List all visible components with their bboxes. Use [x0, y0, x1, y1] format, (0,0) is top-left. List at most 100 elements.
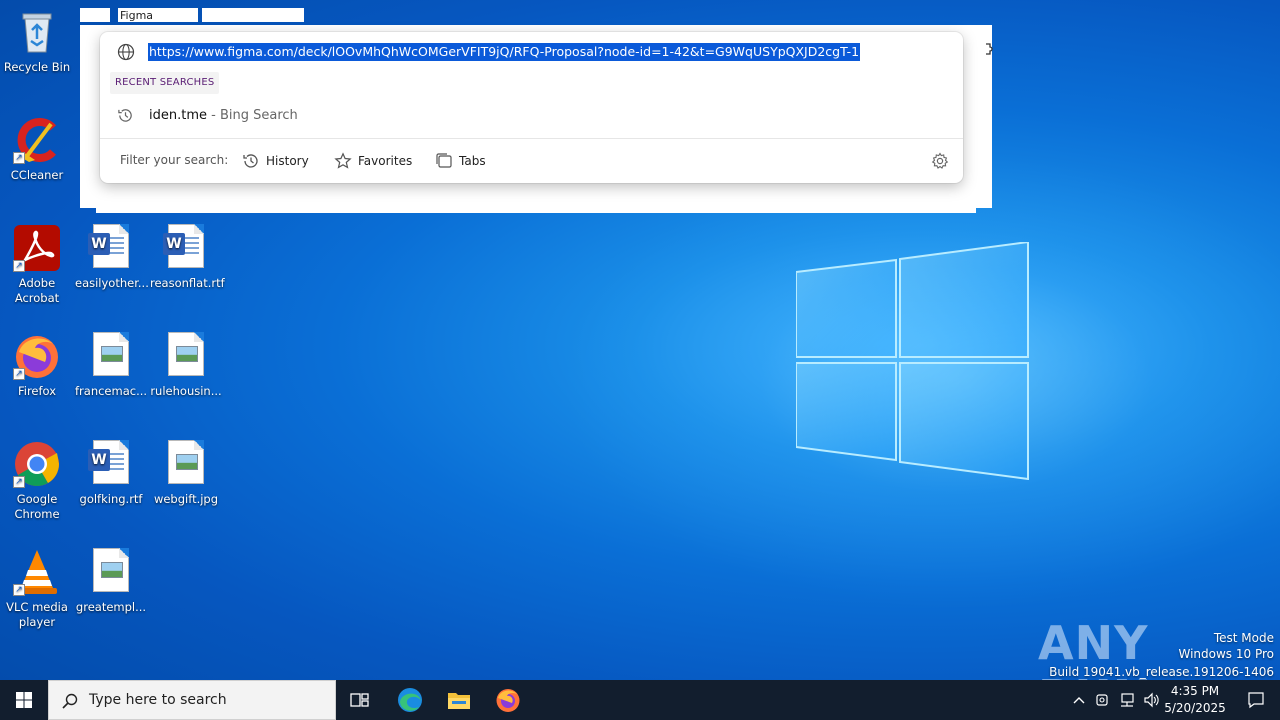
task-view-icon: [350, 693, 369, 707]
windows-logo-wallpaper: [796, 242, 1029, 480]
desktop-icon-francemac[interactable]: francemac...: [75, 332, 147, 399]
desktop-icon-golfking[interactable]: W golfking.rtf: [75, 440, 147, 507]
word-document-icon: W: [87, 224, 135, 272]
recycle-bin-icon: [13, 8, 61, 56]
image-file-icon: [87, 548, 135, 596]
taskbar: Type here to search 4:35 PM 5/20/2025: [0, 680, 1280, 720]
watermark-test-mode: Test Mode: [1213, 631, 1274, 645]
browser-window-edge: [96, 205, 976, 213]
image-file-icon: [162, 440, 210, 488]
desktop-icon-easilyother[interactable]: W easilyother...: [75, 224, 149, 291]
desktop-icon-label: francemac...: [75, 384, 148, 398]
filter-label: Filter your search:: [120, 153, 229, 167]
task-view-button[interactable]: [336, 680, 384, 720]
windows-start-icon: [16, 692, 32, 708]
filter-chip-history[interactable]: History: [242, 149, 309, 173]
notification-icon: [1248, 692, 1264, 709]
firefox-icon: [496, 689, 520, 712]
meet-now-icon: [1096, 694, 1108, 706]
star-icon: [334, 152, 352, 169]
taskbar-search-placeholder: Type here to search: [89, 692, 227, 708]
desktop-icon-label: Google Chrome: [14, 492, 60, 521]
edge-icon: [398, 688, 422, 712]
filter-chip-favorites[interactable]: Favorites: [334, 149, 412, 173]
taskbar-clock[interactable]: 4:35 PM 5/20/2025: [1160, 683, 1230, 717]
vlc-icon: ↗: [13, 548, 61, 596]
desktop-icon-label: Adobe Acrobat: [14, 276, 60, 305]
clock-date: 5/20/2025: [1164, 701, 1226, 715]
history-icon: [118, 109, 132, 122]
address-bar-dropdown: https://www.figma.com/deck/lOOvMhQhWcOMG…: [100, 32, 963, 183]
history-icon: [243, 154, 258, 168]
recent-searches-heading: RECENT SEARCHES: [110, 72, 220, 94]
watermark-edition: Windows 10 Pro: [1178, 647, 1274, 661]
desktop-icon-label: VLC media player: [6, 600, 68, 629]
globe-icon: [117, 43, 135, 61]
tabs-icon: [436, 153, 452, 168]
firefox-taskbar-button[interactable]: [484, 680, 532, 720]
word-document-icon: W: [87, 440, 135, 488]
network-icon: [1121, 693, 1134, 707]
tray-meet-now-button[interactable]: [1092, 680, 1114, 720]
image-file-icon: [87, 332, 135, 380]
start-button[interactable]: [0, 680, 48, 720]
desktop-icon-label: golfking.rtf: [79, 492, 143, 506]
chevron-up-icon: [1073, 697, 1085, 704]
tray-network-button[interactable]: [1116, 680, 1138, 720]
search-filter-row: Filter your search: History Favorites Ta…: [100, 146, 963, 176]
file-explorer-taskbar-button[interactable]: [435, 680, 483, 720]
ccleaner-icon: ↗: [13, 116, 61, 164]
shortcut-arrow-icon: ↗: [13, 476, 25, 488]
filter-chip-label: Favorites: [358, 154, 413, 168]
desktop-icon-reasonflat[interactable]: W reasonflat.rtf: [150, 224, 225, 291]
filter-chip-label: History: [266, 154, 309, 168]
desktop-icon-label: Firefox: [17, 384, 57, 398]
desktop-icon-label: rulehousin...: [150, 384, 222, 398]
suggestion-query: iden.tme: [149, 108, 207, 123]
address-bar-url[interactable]: https://www.figma.com/deck/lOOvMhQhWcOMG…: [148, 43, 861, 61]
word-document-icon: W: [162, 224, 210, 272]
shortcut-arrow-icon: ↗: [13, 368, 25, 380]
desktop-icon-vlc[interactable]: ↗ VLC media player: [1, 548, 73, 630]
edge-taskbar-button[interactable]: [386, 680, 434, 720]
action-center-button[interactable]: [1232, 680, 1280, 720]
desktop-icon-recycle-bin[interactable]: Recycle Bin: [1, 8, 73, 75]
filter-chip-tabs[interactable]: Tabs: [435, 149, 486, 173]
desktop-icon-label: reasonflat.rtf: [150, 276, 225, 290]
browser-tab-strip: [80, 8, 304, 22]
tray-volume-button[interactable]: [1140, 680, 1162, 720]
desktop-icon-label: easilyother...: [75, 276, 149, 290]
desktop-icon-firefox[interactable]: ↗ Firefox: [1, 332, 73, 399]
shortcut-arrow-icon: ↗: [13, 152, 25, 164]
suggestion-source: - Bing Search: [207, 108, 298, 123]
firefox-icon: ↗: [13, 332, 61, 380]
search-icon: [62, 693, 78, 709]
chrome-icon: ↗: [13, 440, 61, 488]
dropdown-divider: [100, 138, 963, 139]
desktop-icon-label: greatempl...: [75, 600, 147, 614]
browser-tab-title[interactable]: Figma: [120, 9, 153, 22]
filter-chip-label: Tabs: [459, 154, 486, 168]
desktop-icon-google-chrome[interactable]: ↗ Google Chrome: [1, 440, 73, 522]
file-explorer-icon: [448, 693, 470, 709]
desktop-icon-rulehousin[interactable]: rulehousin...: [150, 332, 222, 399]
adobe-acrobat-icon: ↗: [13, 224, 61, 272]
volume-icon: [1144, 692, 1159, 708]
extensions-icon[interactable]: [982, 42, 994, 58]
show-hidden-icons-button[interactable]: [1068, 680, 1090, 720]
suggestion-item[interactable]: iden.tme - Bing Search: [100, 102, 963, 130]
image-file-icon: [162, 332, 210, 380]
desktop-icon-ccleaner[interactable]: ↗ CCleaner: [1, 116, 73, 183]
address-bar[interactable]: https://www.figma.com/deck/lOOvMhQhWcOMG…: [100, 32, 963, 70]
desktop-icon-label: webgift.jpg: [153, 492, 219, 506]
clock-time: 4:35 PM: [1170, 684, 1220, 698]
desktop-icon-webgift[interactable]: webgift.jpg: [150, 440, 222, 507]
shortcut-arrow-icon: ↗: [13, 584, 25, 596]
shortcut-arrow-icon: ↗: [13, 260, 25, 272]
taskbar-search-box[interactable]: Type here to search: [48, 680, 336, 720]
desktop-icon-label: CCleaner: [10, 168, 64, 182]
desktop-icon-adobe-acrobat[interactable]: ↗ Adobe Acrobat: [1, 224, 73, 306]
gear-icon[interactable]: [931, 152, 949, 170]
desktop-icon-greatempl[interactable]: greatempl...: [75, 548, 147, 615]
desktop-icon-label: Recycle Bin: [3, 60, 71, 74]
